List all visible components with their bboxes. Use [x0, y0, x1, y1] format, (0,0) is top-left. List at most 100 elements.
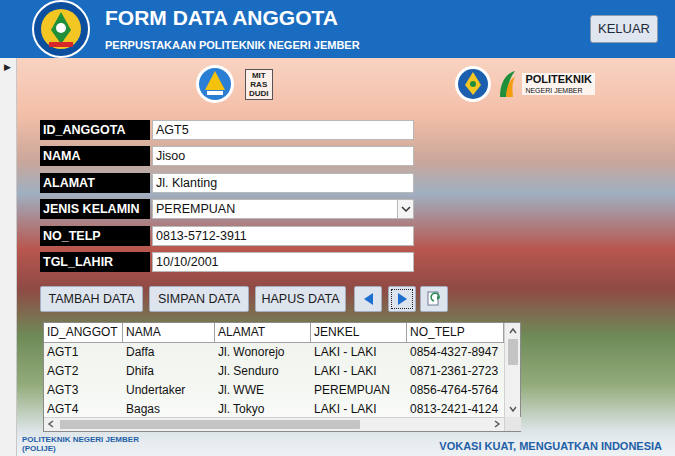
exit-button[interactable]: KELUAR [590, 15, 658, 43]
form-row: NAMAJisoo [40, 146, 414, 166]
refresh-button[interactable] [420, 286, 448, 312]
scroll-left-icon [44, 418, 58, 431]
column-header[interactable]: NO_TELP [407, 323, 504, 343]
form-row: ID_ANGGOTAAGT5 [40, 120, 414, 140]
field-input[interactable]: Jl. Klanting [152, 173, 414, 193]
table-cell: Jl. Senduro [215, 362, 311, 381]
add-button[interactable]: TAMBAH DATA [40, 286, 143, 312]
campus-emblem-icon [454, 65, 492, 103]
arrow-right-icon [393, 290, 411, 308]
action-bar: TAMBAH DATASIMPAN DATAHAPUS DATA [40, 286, 675, 312]
form-row: TGL_LAHIR10/10/2001 [40, 252, 414, 272]
table-body: AGT1DaffaJl. WonorejoLAKI - LAKI0854-432… [44, 343, 504, 417]
nav-focus-ring [357, 289, 379, 309]
polije-text: NEGERI JEMBER [525, 86, 592, 95]
field-value: Jl. Klanting [153, 174, 413, 192]
chevron-down-icon[interactable] [397, 200, 413, 218]
table-cell: AGT1 [44, 343, 123, 362]
title-bar: FORM DATA ANGGOTA PERPUSTAKAAN POLITEKNIK… [0, 0, 675, 58]
table-cell: Dhifa [123, 362, 215, 381]
scroll-thumb[interactable] [60, 420, 360, 429]
form-body: ▶ MITRASDUDI POLITEKNIKNEGERI JEMBER ID_ANG… [0, 58, 675, 456]
table-cell: 0856-4764-5764 [407, 381, 504, 400]
footer-text: (POLIJE) [22, 444, 139, 453]
field-value: AGT5 [153, 121, 413, 139]
campus-logos: POLITEKNIKNEGERI JEMBER [454, 65, 595, 103]
table-cell: PEREMPUAN [311, 381, 407, 400]
nav-focus-ring [423, 289, 445, 309]
table-row[interactable]: AGT4BagasJl. TokyoLAKI - LAKI0813-2421-4… [44, 400, 504, 417]
table-cell: 0871-2361-2723 [407, 362, 504, 381]
mitras-dudi-logo: MITRASDUDI [245, 69, 273, 100]
member-form: ID_ANGGOTAAGT5 NAMAJisoo ALAMATJl. Klantin… [40, 120, 675, 272]
nav-focus-ring [391, 289, 413, 309]
table-cell: Jl. Wonorejo [215, 343, 311, 362]
table-cell: Jl. WWE [215, 381, 311, 400]
field-value: Jisoo [153, 147, 413, 165]
field-input[interactable]: 0813-5712-3911 [152, 226, 414, 246]
scroll-right-icon [490, 418, 504, 431]
scroll-corner [505, 417, 521, 431]
record-selector-bar: ▶ [0, 58, 17, 456]
footer-slogan: VOKASI KUAT, MENGUATKAN INDONESIA [439, 439, 662, 453]
gender-dropdown[interactable]: PEREMPUAN [152, 199, 414, 219]
field-input[interactable]: Jisoo [152, 146, 414, 166]
logo-strip: MITRASDUDI POLITEKNIKNEGERI JEMBER [17, 62, 675, 106]
column-header[interactable]: NAMA [123, 323, 215, 343]
table-cell: LAKI - LAKI [311, 400, 407, 417]
form-row: NO_TELP0813-5712-3911 [40, 226, 414, 246]
form-title: FORM DATA ANGGOTA [105, 6, 360, 30]
field-input[interactable]: AGT5 [152, 120, 414, 140]
scroll-down-icon [509, 401, 517, 417]
mitras-text: DUDI [249, 89, 269, 98]
partner-logos: MITRASDUDI [195, 64, 273, 104]
field-label: JENIS KELAMIN [40, 199, 150, 219]
form-row: JENIS KELAMINPEREMPUAN [40, 199, 414, 219]
next-button[interactable] [388, 286, 416, 312]
table-header: ID_ANGGOTNAMAALAMATJENKELNO_TELP [44, 323, 504, 343]
column-header[interactable]: ID_ANGGOT [44, 323, 123, 343]
title-block: FORM DATA ANGGOTA PERPUSTAKAAN POLITEKNIK… [105, 6, 360, 52]
column-header[interactable]: JENKEL [311, 323, 407, 343]
table-cell: LAKI - LAKI [311, 362, 407, 381]
delete-button[interactable]: HAPUS DATA [255, 286, 346, 312]
previous-button[interactable] [354, 286, 382, 312]
field-label: ALAMAT [40, 173, 150, 193]
vertical-scrollbar[interactable] [504, 323, 520, 431]
column-header[interactable]: ALAMAT [215, 323, 311, 343]
tut-wuri-handayani-icon [195, 64, 235, 104]
field-input[interactable]: 10/10/2001 [152, 252, 414, 272]
record-selector[interactable]: ▶ [4, 61, 16, 73]
background-photo: MITRASDUDI POLITEKNIKNEGERI JEMBER ID_ANGG… [17, 58, 675, 456]
table-cell: 0813-2421-4124 [407, 400, 504, 417]
horizontal-scrollbar[interactable] [44, 417, 504, 431]
table-cell: 0854-4327-8947 [407, 343, 504, 362]
table-row[interactable]: AGT3UndertakerJl. WWEPEREMPUAN0856-4764-… [44, 381, 504, 400]
save-button[interactable]: SIMPAN DATA [149, 286, 249, 312]
table-cell: AGT3 [44, 381, 123, 400]
form-subtitle: PERPUSTAKAAN POLITEKNIK NEGERI JEMBER [105, 38, 360, 52]
mitras-text: MIT [252, 71, 266, 80]
field-label: NO_TELP [40, 226, 150, 246]
polije-text: POLITEKNIK [525, 73, 592, 86]
table-cell: LAKI - LAKI [311, 343, 407, 362]
table-cell: AGT2 [44, 362, 123, 381]
footer-text: POLITEKNIK NEGERI JEMBER [22, 435, 139, 444]
scroll-thumb[interactable] [508, 339, 518, 365]
scroll-up-icon [509, 323, 517, 339]
table-cell: Daffa [123, 343, 215, 362]
table-cell: Jl. Tokyo [215, 400, 311, 417]
table-content: ID_ANGGOTNAMAALAMATJENKELNO_TELPAGT1Daff… [44, 323, 504, 431]
polije-emblem-icon [30, 0, 92, 58]
table-cell: Bagas [123, 400, 215, 417]
polije-wordmark: POLITEKNIKNEGERI JEMBER [522, 73, 595, 95]
table-cell: Undertaker [123, 381, 215, 400]
table-cell: AGT4 [44, 400, 123, 417]
arrow-left-icon [359, 290, 377, 308]
field-value: PEREMPUAN [153, 200, 397, 218]
refresh-icon [425, 290, 443, 308]
form-window: FORM DATA ANGGOTA PERPUSTAKAAN POLITEKNIK… [0, 0, 675, 456]
table-row[interactable]: AGT2DhifaJl. SenduroLAKI - LAKI0871-2361… [44, 362, 504, 381]
field-value: 10/10/2001 [153, 253, 413, 271]
table-row[interactable]: AGT1DaffaJl. WonorejoLAKI - LAKI0854-432… [44, 343, 504, 362]
